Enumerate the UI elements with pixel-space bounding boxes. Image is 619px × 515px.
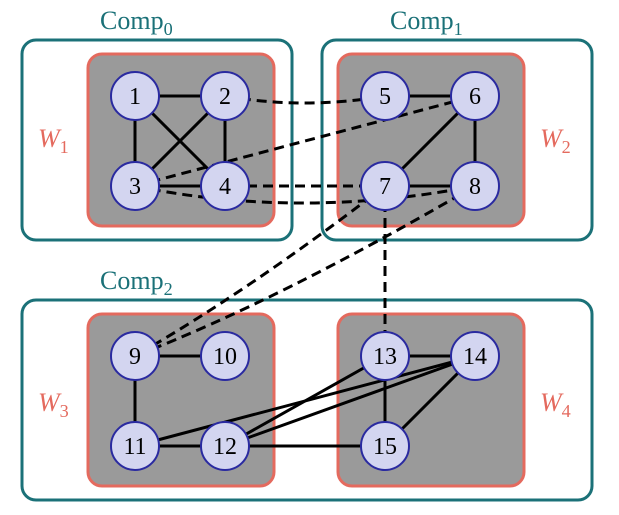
diagram-canvas: 1 2 3 4 5 6 7 8 9 10 11 12 13 14 15 Comp… — [0, 0, 619, 515]
node-1-label: 1 — [129, 84, 141, 110]
w4-label: W4 — [540, 388, 571, 422]
graph-svg: 1 2 3 4 5 6 7 8 9 10 11 12 13 14 15 — [0, 0, 619, 515]
node-13-label: 13 — [373, 344, 397, 370]
node-7-label: 7 — [379, 174, 391, 200]
node-14-label: 14 — [463, 344, 487, 370]
node-2-label: 2 — [219, 84, 231, 110]
node-12-label: 12 — [213, 434, 237, 460]
node-9-label: 9 — [129, 344, 141, 370]
node-6-label: 6 — [469, 84, 481, 110]
w2-label: W2 — [540, 124, 571, 158]
node-10-label: 10 — [213, 344, 237, 370]
node-5-label: 5 — [379, 84, 391, 110]
w1-label: W1 — [38, 124, 69, 158]
node-3-label: 3 — [129, 174, 141, 200]
node-8-label: 8 — [469, 174, 481, 200]
comp2-label: Comp2 — [100, 266, 173, 300]
node-15-label: 15 — [373, 434, 397, 460]
comp0-label: Comp0 — [100, 6, 173, 40]
node-11-label: 11 — [123, 434, 146, 460]
node-4-label: 4 — [219, 174, 231, 200]
w3-label: W3 — [38, 388, 69, 422]
comp1-label: Comp1 — [390, 6, 463, 40]
